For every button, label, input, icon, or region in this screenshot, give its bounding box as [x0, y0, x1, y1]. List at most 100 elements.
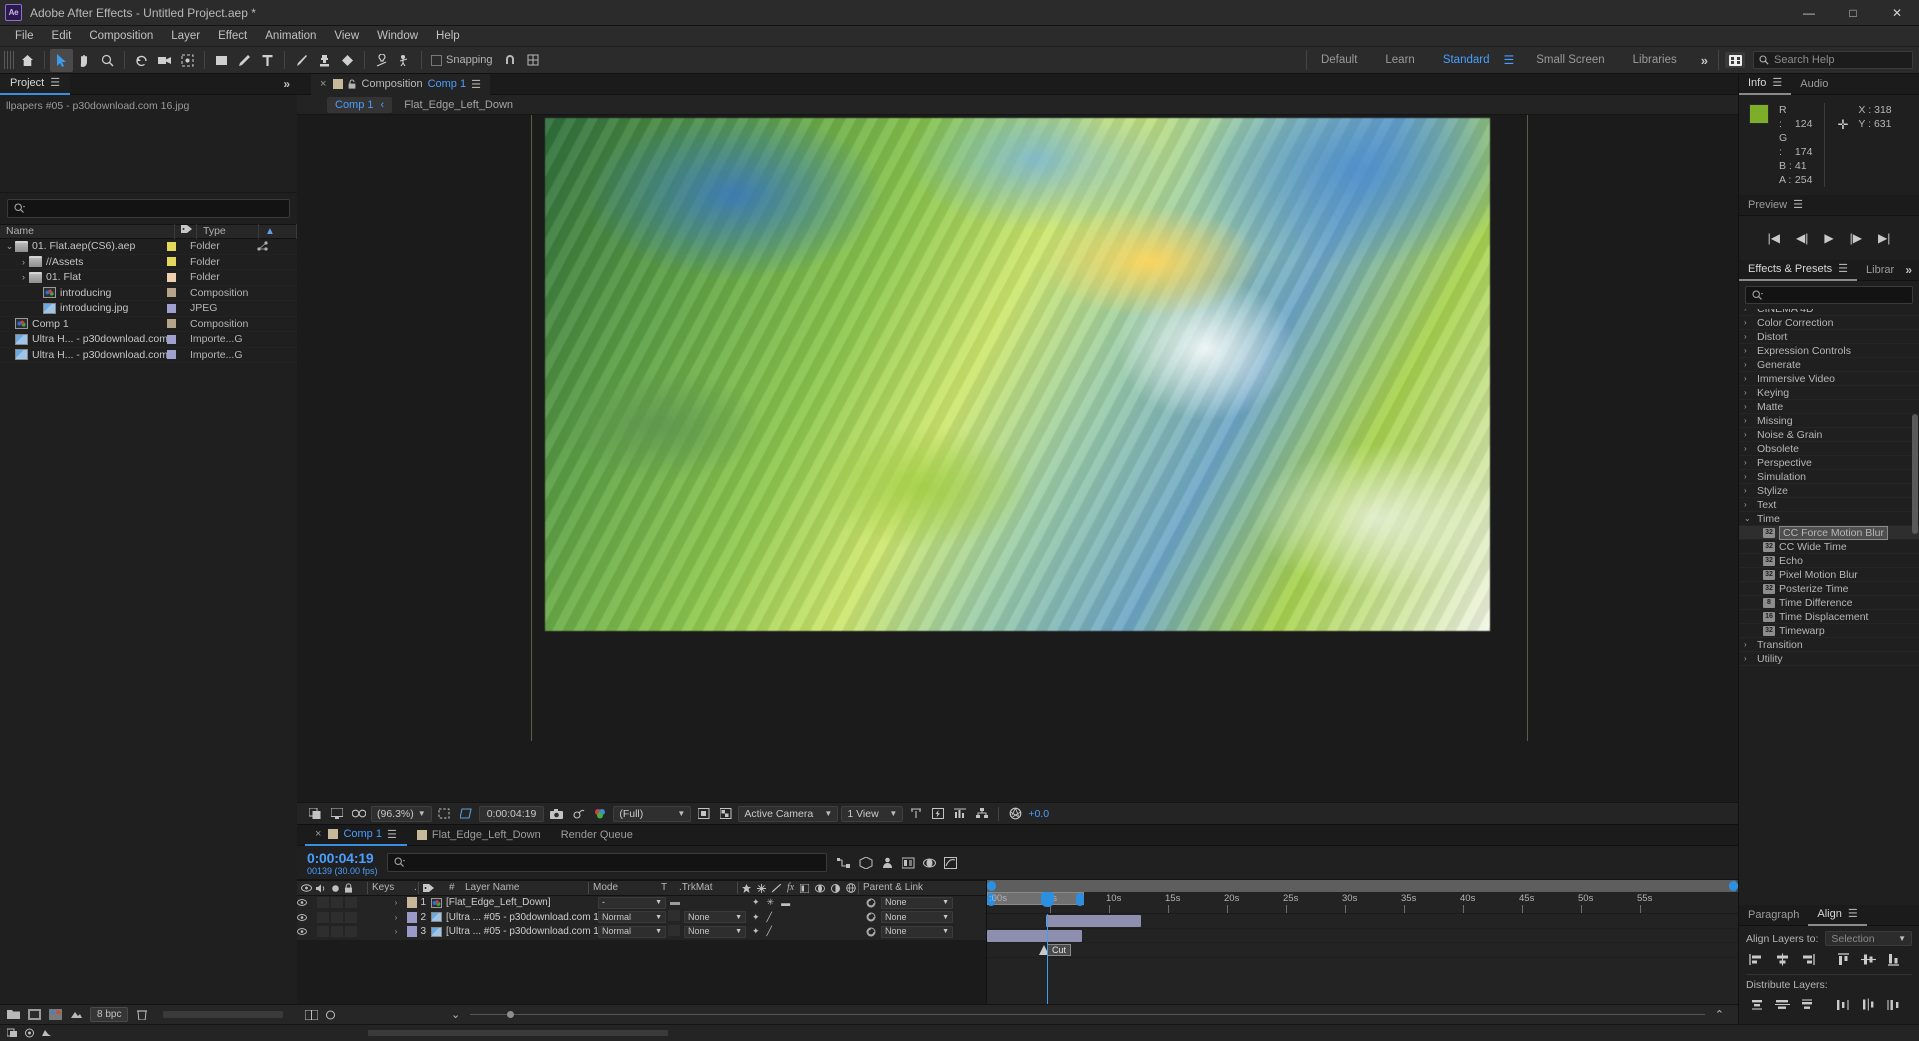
delete-icon[interactable]	[134, 1008, 149, 1022]
resolution-dropdown[interactable]: (Full) ▼	[613, 805, 692, 822]
layer-visibility-toggle[interactable]	[297, 928, 317, 936]
effect-item-row[interactable]: 32 Pixel Motion Blur	[1739, 568, 1919, 582]
layer-blend-mode[interactable]: - ▼	[598, 896, 666, 909]
composition-tab-close-icon[interactable]: ×	[320, 78, 326, 90]
tab-info[interactable]: Info ☰	[1739, 74, 1792, 95]
tab-render-queue[interactable]: Render Queue	[551, 825, 643, 846]
timeline-track-row[interactable]: Cut	[987, 943, 1738, 958]
project-tabs-overflow-icon[interactable]: »	[283, 77, 297, 91]
sync-settings-icon[interactable]	[1725, 52, 1745, 68]
playhead[interactable]	[1041, 892, 1054, 1004]
marker-label[interactable]: Cut	[1047, 943, 1072, 956]
workspace-small-screen[interactable]: Small Screen	[1522, 47, 1618, 74]
layer-audio-toggle[interactable]	[317, 926, 329, 938]
layer-rows[interactable]: › 1 [Flat_Edge_Left_Down] - ▼ ▬ ✦ ✳ ▬ None ▼ › 2 [Ult…	[297, 896, 986, 1004]
lock-icon[interactable]	[348, 79, 356, 89]
layer-disclosure-triangle[interactable]: ›	[385, 913, 407, 922]
snapping-control[interactable]: Snapping	[431, 54, 493, 66]
shape-tool[interactable]	[210, 49, 233, 72]
align-target-dropdown[interactable]: Selection ▼	[1825, 931, 1912, 946]
effect-category-row[interactable]: › Perspective	[1739, 456, 1919, 470]
effect-item-row[interactable]: 32 Posterize Time	[1739, 582, 1919, 596]
layer-name[interactable]: [Ultra ... #05 - p30download.com 16.jpg]	[446, 926, 598, 937]
disclosure-triangle[interactable]: ›	[1744, 486, 1753, 495]
region-of-interest-icon[interactable]	[435, 805, 454, 822]
pan-behind-tool[interactable]	[176, 49, 199, 72]
zoom-tool[interactable]	[96, 49, 119, 72]
tab-timeline-comp1[interactable]: × Comp 1 ☰	[305, 825, 407, 846]
effects-list[interactable]: › CINEMA 4D › Color Correction › Distort › Expr…	[1739, 309, 1919, 905]
navigator-range[interactable]	[987, 880, 1736, 892]
views-dropdown[interactable]: 1 View ▼	[841, 805, 904, 822]
menu-edit[interactable]: Edit	[43, 28, 81, 44]
composition-canvas[interactable]	[545, 118, 1490, 631]
pickwhip-icon[interactable]	[866, 927, 876, 937]
composition-mini-flowchart-icon[interactable]	[837, 857, 851, 869]
project-item-list[interactable]: ⌄ 01. Flat.aep(CS6).aep Folder › //Assets Fol…	[0, 239, 297, 1004]
checkerboard-icon[interactable]	[716, 805, 735, 822]
align-bottom-icon[interactable]	[1882, 952, 1904, 967]
distribute-vcenter-icon[interactable]	[1771, 997, 1793, 1012]
tab-effects-presets[interactable]: Effects & Presets ☰	[1739, 260, 1858, 281]
layer-disclosure-triangle[interactable]: ›	[385, 898, 407, 907]
new-folder-icon[interactable]	[6, 1008, 21, 1022]
effect-category-row[interactable]: › Missing	[1739, 414, 1919, 428]
effect-name[interactable]: Time Displacement	[1779, 611, 1868, 623]
project-search-input[interactable]	[7, 199, 290, 218]
maximize-button[interactable]: □	[1831, 0, 1875, 26]
label-color-swatch[interactable]	[167, 319, 176, 329]
snapshot-icon[interactable]	[547, 805, 566, 822]
label-color-swatch[interactable]	[167, 272, 176, 282]
toggle-switches-modes-icon[interactable]	[305, 1009, 318, 1020]
layer-label-color[interactable]	[407, 926, 417, 938]
pen-tool[interactable]	[233, 49, 256, 72]
draft-3d-icon[interactable]	[859, 856, 873, 869]
menu-view[interactable]: View	[325, 28, 368, 44]
label-color-swatch[interactable]	[167, 334, 176, 344]
frame-blending-icon[interactable]	[902, 857, 915, 869]
timeline-search-input[interactable]	[387, 853, 827, 872]
project-item-row[interactable]: ⌄ 01. Flat.aep(CS6).aep Folder	[0, 239, 297, 255]
workspace-standard[interactable]: Standard	[1429, 47, 1504, 74]
project-panel-menu-icon[interactable]: ☰	[50, 73, 60, 94]
interpret-footage-icon[interactable]	[69, 1008, 84, 1022]
3d-glasses-icon[interactable]	[349, 805, 368, 822]
effect-category-row[interactable]: › Transition	[1739, 638, 1919, 652]
disclosure-triangle[interactable]: ›	[1744, 472, 1753, 481]
effects-search-input[interactable]	[1745, 286, 1913, 304]
navigator-start-handle[interactable]	[987, 881, 996, 891]
tab-audio[interactable]: Audio	[1791, 74, 1837, 95]
layer-duration-bar[interactable]	[987, 929, 1082, 942]
layer-blend-mode[interactable]: Normal ▼	[598, 911, 666, 924]
new-comp-icon[interactable]	[27, 1008, 42, 1022]
align-panel-menu-icon[interactable]: ☰	[1848, 904, 1858, 925]
preview-timecode[interactable]: 0:00:04:19	[478, 805, 545, 822]
hide-shy-icon[interactable]	[881, 857, 894, 869]
puppet-pin-tool[interactable]	[393, 49, 416, 72]
effect-category-row[interactable]: › Obsolete	[1739, 442, 1919, 456]
menu-window[interactable]: Window	[368, 28, 427, 44]
always-preview-icon[interactable]	[305, 805, 324, 822]
label-color-swatch[interactable]	[167, 288, 176, 298]
layer-solo-toggle[interactable]	[331, 897, 343, 909]
effect-category-row[interactable]: › Utility	[1739, 652, 1919, 666]
distribute-hcenter-icon[interactable]	[1857, 997, 1879, 1012]
disclosure-triangle[interactable]: ›	[1744, 309, 1753, 313]
timeline-tracks[interactable]: Cut	[987, 892, 1738, 1004]
label-color-swatch[interactable]	[167, 350, 176, 360]
motion-blur-icon[interactable]	[923, 857, 936, 869]
column-header-trkmat[interactable]: .TrkMat	[675, 880, 737, 896]
effect-item-row[interactable]: 8 Time Difference	[1739, 596, 1919, 610]
column-header-parent-link[interactable]: Parent & Link	[859, 880, 986, 896]
effect-name[interactable]: CC Force Motion Blur	[1779, 525, 1888, 540]
type-tool[interactable]	[256, 49, 279, 72]
workspace-menu-icon[interactable]: ☰	[1504, 53, 1523, 67]
timeline-graph-area[interactable]: :00s5s10s15s20s25s30s35s40s45s50s55s Cut	[987, 880, 1738, 1004]
layer-visibility-toggle[interactable]	[297, 914, 317, 921]
menu-file[interactable]: File	[6, 28, 43, 44]
effect-name[interactable]: Time Difference	[1779, 597, 1853, 609]
effect-name[interactable]: CC Wide Time	[1779, 541, 1847, 553]
distribute-bottom-icon[interactable]	[1796, 997, 1818, 1012]
layer-switches[interactable]: ✦ ╱	[746, 912, 866, 923]
align-top-icon[interactable]	[1832, 952, 1854, 967]
